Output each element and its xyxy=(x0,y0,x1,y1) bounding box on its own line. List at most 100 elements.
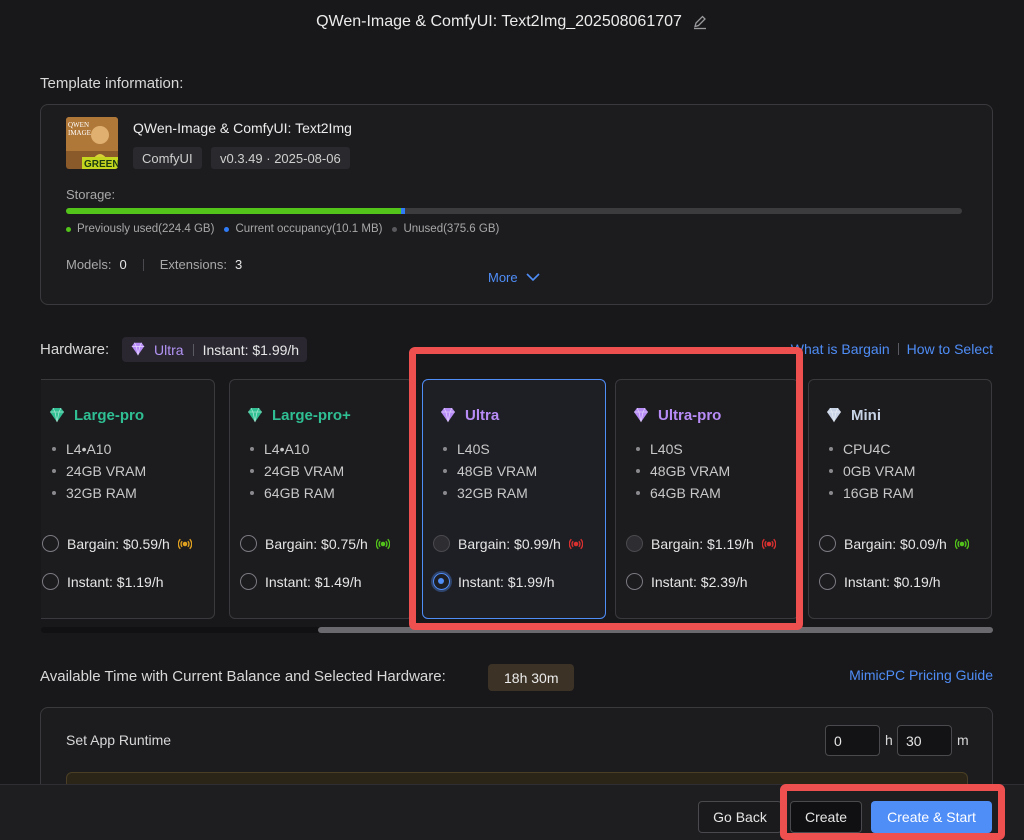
pencil-icon[interactable] xyxy=(692,14,708,30)
svg-text:IMAGE: IMAGE xyxy=(68,129,91,137)
hardware-specs: L40S 48GB VRAM 32GB RAM xyxy=(443,438,537,504)
models-label: Models: xyxy=(66,257,112,272)
models-count: 0 xyxy=(119,257,127,272)
hardware-selected-badge: Ultra Instant: $1.99/h xyxy=(122,337,308,362)
hardware-card-header: Ultra xyxy=(439,406,499,424)
hours-unit: h xyxy=(885,732,893,748)
instant-radio[interactable] xyxy=(433,573,450,590)
bargain-radio[interactable] xyxy=(626,535,643,552)
spec-item: 0GB VRAM xyxy=(829,460,915,482)
selected-price: Instant: $1.99/h xyxy=(202,341,300,358)
template-section-label: Template information: xyxy=(40,75,184,92)
diamond-icon xyxy=(48,406,66,424)
instant-price: Instant: $0.19/h xyxy=(844,573,941,590)
hardware-card-header: Ultra-pro xyxy=(632,406,721,424)
hardware-specs: L4•A10 24GB VRAM 32GB RAM xyxy=(52,438,146,504)
bargain-price: Bargain: $0.59/h xyxy=(67,535,170,552)
available-time-label: Available Time with Current Balance and … xyxy=(40,668,446,685)
hardware-card-large-pro[interactable]: Large-pro L4•A10 24GB VRAM 32GB RAM Bargain:… xyxy=(41,379,215,619)
runtime-label: Set App Runtime xyxy=(66,732,172,748)
bargain-option[interactable]: Bargain: $0.99/h xyxy=(433,535,583,552)
legend-current-occupancy: Current occupancy(10.1 MB) xyxy=(224,223,382,235)
pricing-guide-link[interactable]: MimicPC Pricing Guide xyxy=(849,667,993,683)
header-title-row: QWen-Image & ComfyUI: Text2Img_202508061… xyxy=(0,10,1024,34)
instant-option[interactable]: Instant: $0.19/h xyxy=(819,573,941,590)
hardware-specs: L40S 48GB VRAM 64GB RAM xyxy=(636,438,730,504)
bargain-radio[interactable] xyxy=(433,535,450,552)
bargain-option[interactable]: Bargain: $0.75/h xyxy=(240,535,390,552)
hardware-card-name: Mini xyxy=(851,406,881,424)
signal-icon xyxy=(177,537,192,551)
bargain-price: Bargain: $1.19/h xyxy=(651,535,754,552)
spec-item: L40S xyxy=(443,438,537,460)
instant-radio[interactable] xyxy=(42,573,59,590)
tag-version: v0.3.49 · 2025-08-06 xyxy=(211,147,350,169)
svg-text:GREEN: GREEN xyxy=(84,159,118,169)
runtime-minutes-input[interactable] xyxy=(897,725,952,756)
diamond-icon xyxy=(246,406,264,424)
spec-item: 64GB RAM xyxy=(250,482,344,504)
instant-option[interactable]: Instant: $1.49/h xyxy=(240,573,362,590)
instant-option[interactable]: Instant: $2.39/h xyxy=(626,573,748,590)
spec-item: 24GB VRAM xyxy=(250,460,344,482)
bargain-radio[interactable] xyxy=(42,535,59,552)
bargain-radio[interactable] xyxy=(819,535,836,552)
instant-price: Instant: $1.99/h xyxy=(458,573,555,590)
svg-text:QWEN: QWEN xyxy=(68,121,89,129)
signal-icon xyxy=(568,537,583,551)
hardware-card-header: Mini xyxy=(825,406,881,424)
template-counts: Models: 0 Extensions: 3 xyxy=(66,257,242,272)
storage-used-fill xyxy=(66,208,401,214)
hardware-card-header: Large-pro+ xyxy=(246,406,351,424)
instant-option[interactable]: Instant: $1.19/h xyxy=(42,573,164,590)
how-to-select-link[interactable]: How to Select xyxy=(907,341,993,357)
go-back-button[interactable]: Go Back xyxy=(698,801,782,833)
instant-price: Instant: $1.19/h xyxy=(67,573,164,590)
diamond-icon xyxy=(825,406,843,424)
hardware-specs: L4•A10 24GB VRAM 64GB RAM xyxy=(250,438,344,504)
runtime-hours-input[interactable] xyxy=(825,725,880,756)
spec-item: L40S xyxy=(636,438,730,460)
storage-current-fill xyxy=(400,208,405,214)
hardware-card-mini[interactable]: Mini CPU4C 0GB VRAM 16GB RAM Bargain: $0.09/… xyxy=(808,379,992,619)
hardware-specs: CPU4C 0GB VRAM 16GB RAM xyxy=(829,438,915,504)
create-button[interactable]: Create xyxy=(790,801,862,833)
bargain-option[interactable]: Bargain: $1.19/h xyxy=(626,535,776,552)
create-and-start-button[interactable]: Create & Start xyxy=(871,801,992,833)
hardware-card-ultra-pro[interactable]: Ultra-pro L40S 48GB VRAM 64GB RAM Bargain: $… xyxy=(615,379,799,619)
spec-item: L4•A10 xyxy=(250,438,344,460)
instant-option[interactable]: Instant: $1.99/h xyxy=(433,573,555,590)
hardware-card-name: Large-pro+ xyxy=(272,406,351,424)
bargain-radio[interactable] xyxy=(240,535,257,552)
signal-icon xyxy=(375,537,390,551)
diamond-icon xyxy=(632,406,650,424)
diamond-icon xyxy=(439,406,457,424)
hardware-card-name: Ultra-pro xyxy=(658,406,722,424)
instant-radio[interactable] xyxy=(626,573,643,590)
instant-radio[interactable] xyxy=(819,573,836,590)
hardware-card-list: Large-pro L4•A10 24GB VRAM 32GB RAM Bargain:… xyxy=(41,379,993,619)
storage-label: Storage: xyxy=(66,187,116,202)
spec-item: 24GB VRAM xyxy=(52,460,146,482)
more-button[interactable]: More xyxy=(488,270,540,285)
legend-previously-used: Previously used(224.4 GB) xyxy=(66,223,214,235)
spec-item: 48GB VRAM xyxy=(443,460,537,482)
spec-item: CPU4C xyxy=(829,438,915,460)
bargain-option[interactable]: Bargain: $0.59/h xyxy=(42,535,192,552)
diamond-icon xyxy=(130,341,148,359)
selected-tier: Ultra xyxy=(154,341,184,358)
hardware-scrollbar-thumb[interactable] xyxy=(318,627,993,633)
hardware-section-label: Hardware: xyxy=(40,341,110,358)
hardware-card-ultra[interactable]: Ultra L40S 48GB VRAM 32GB RAM Bargain: $0.99… xyxy=(422,379,606,619)
spec-item: 32GB RAM xyxy=(52,482,146,504)
hardware-card-large-pro-plus[interactable]: Large-pro+ L4•A10 24GB VRAM 64GB RAM Bargain… xyxy=(229,379,413,619)
spec-item: L4•A10 xyxy=(52,438,146,460)
spec-item: 64GB RAM xyxy=(636,482,730,504)
what-is-bargain-link[interactable]: What is Bargain xyxy=(791,341,890,357)
instant-radio[interactable] xyxy=(240,573,257,590)
page-title: QWen-Image & ComfyUI: Text2Img_202508061… xyxy=(316,13,682,30)
instant-price: Instant: $1.49/h xyxy=(265,573,362,590)
bargain-option[interactable]: Bargain: $0.09/h xyxy=(819,535,969,552)
signal-icon xyxy=(761,537,776,551)
storage-bar xyxy=(66,208,962,214)
